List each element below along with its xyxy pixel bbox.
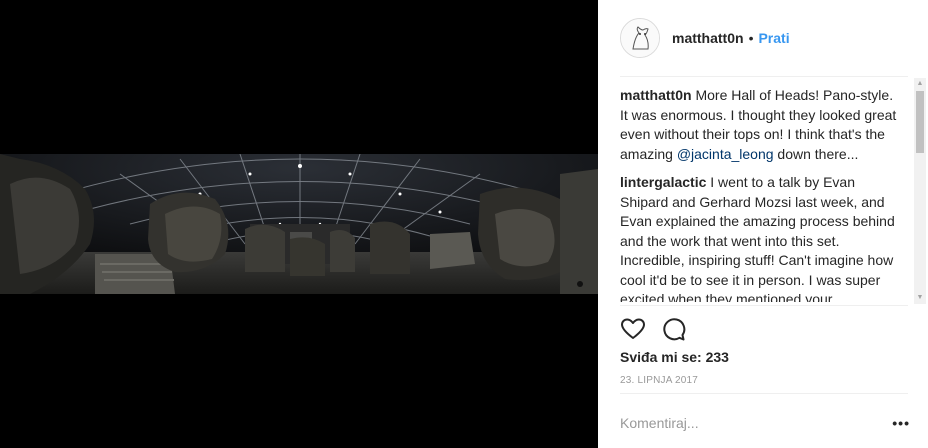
post-actions [620,316,700,342]
scroll-up-icon[interactable]: ▲ [914,78,926,90]
likes-count[interactable]: Sviđa mi se: 233 [620,349,729,365]
header-divider [620,76,908,77]
comment-text: I went to a talk by Evan Shipard and Ger… [620,174,895,302]
scrollbar-thumb[interactable] [916,91,924,153]
heart-icon[interactable] [620,316,646,342]
header-separator: • [748,29,754,46]
more-options-icon[interactable]: ••• [892,415,910,431]
add-comment-field[interactable]: Komentiraj... ••• [620,408,910,438]
comment-username[interactable]: matthatt0n [620,87,692,103]
mention-link[interactable]: @jacinta_leong [677,146,774,162]
actions-divider [620,305,908,306]
post-header: matthatt0n • Prati [620,15,926,60]
comments-scrollbar[interactable]: ▲ ▼ [914,78,926,304]
list-item: lintergalactic I went to a talk by Evan … [620,173,900,302]
panorama-photo [0,154,598,294]
comments-list[interactable]: matthatt0n More Hall of Heads! Pano-styl… [620,86,900,302]
post-author-username[interactable]: matthatt0n [672,30,744,46]
scroll-down-icon[interactable]: ▼ [914,292,926,304]
comment-username[interactable]: lintergalactic [620,174,706,190]
post-sidebar: matthatt0n • Prati matthatt0n More Hall … [598,0,928,448]
post-date: 23. LIPNJA 2017 [620,375,699,386]
avatar[interactable] [620,17,660,58]
comment-divider [620,393,908,394]
speech-bubble-icon[interactable] [660,316,686,342]
post-media[interactable] [0,0,598,448]
follow-button[interactable]: Prati [758,30,789,46]
caption-comment: matthatt0n More Hall of Heads! Pano-styl… [620,86,900,164]
comment-text-end: down there... [773,145,859,162]
comment-input[interactable]: Komentiraj... [620,415,699,431]
